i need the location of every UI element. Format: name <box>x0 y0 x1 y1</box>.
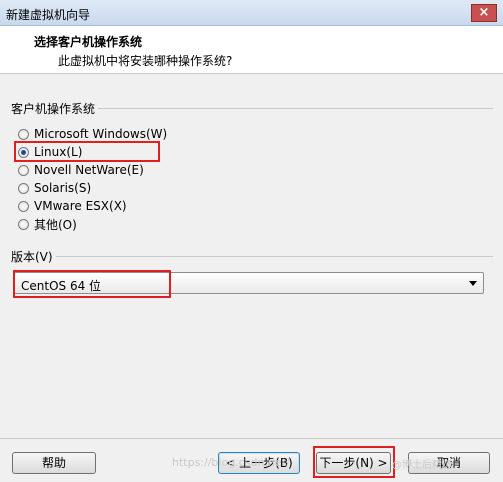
chevron-down-icon <box>469 281 477 286</box>
close-button[interactable]: × <box>471 4 497 22</box>
radio-esx[interactable]: VMware ESX(X) <box>18 198 127 214</box>
version-highlight-box <box>13 270 171 298</box>
watermark-author: @博士后精选 <box>392 460 452 471</box>
os-group-label: 客户机操作系统 <box>8 100 99 117</box>
title-bar: 新建虚拟机向导 × <box>0 0 503 26</box>
radio-circle-icon[interactable] <box>18 182 29 194</box>
back-button[interactable]: < 上一步(B) <box>218 452 300 474</box>
help-button[interactable]: 帮助 <box>12 452 96 474</box>
linux-highlight-box <box>14 141 160 162</box>
radio-circle-icon[interactable] <box>18 128 29 140</box>
close-icon: × <box>478 5 490 20</box>
wizard-header: 选择客户机操作系统 此虚拟机中将安装哪种操作系统? <box>0 26 503 74</box>
radio-label: Microsoft Windows(W) <box>34 127 168 141</box>
radio-circle-icon[interactable] <box>18 200 29 212</box>
page-subtitle: 此虚拟机中将安装哪种操作系统? <box>58 54 233 68</box>
window-title: 新建虚拟机向导 <box>6 8 91 22</box>
radio-label: VMware ESX(X) <box>34 199 127 213</box>
radio-label: 其他(O) <box>34 217 77 232</box>
next-highlight-box <box>313 446 395 478</box>
page-title: 选择客户机操作系统 <box>34 35 143 49</box>
radio-other[interactable]: 其他(O) <box>18 216 77 232</box>
radio-label: Solaris(S) <box>34 181 92 195</box>
radio-circle-icon[interactable] <box>18 164 29 176</box>
radio-circle-icon[interactable] <box>18 218 29 230</box>
radio-label: Novell NetWare(E) <box>34 163 144 177</box>
version-group-label: 版本(V) <box>8 248 56 265</box>
radio-netware[interactable]: Novell NetWare(E) <box>18 162 144 178</box>
radio-solaris[interactable]: Solaris(S) <box>18 180 91 196</box>
radio-windows[interactable]: Microsoft Windows(W) <box>18 126 167 142</box>
footer-separator <box>0 438 503 439</box>
